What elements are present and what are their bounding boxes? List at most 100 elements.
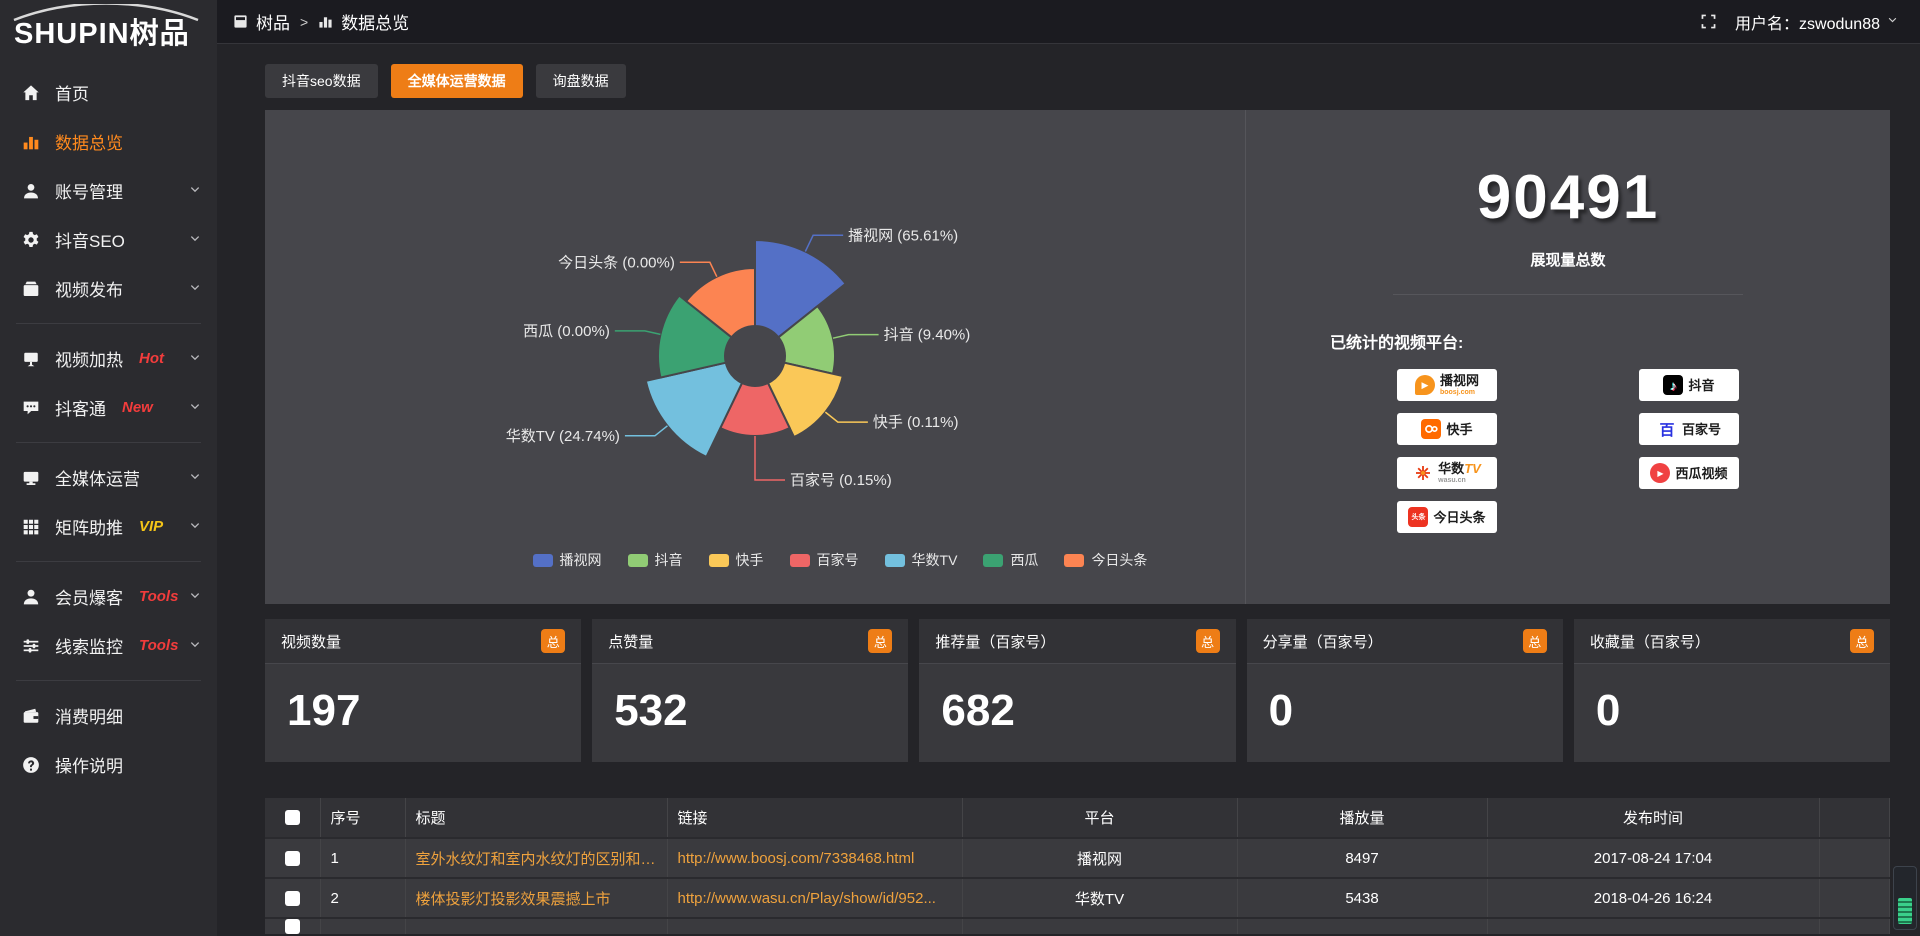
pie-chart-area: 播视网 (65.61%)抖音 (9.40%)快手 (0.11%)百家号 (0.1…	[265, 110, 1245, 604]
sidebar-item-账号管理[interactable]: 账号管理	[0, 166, 217, 215]
stat-card-推荐量（百家号）: 推荐量（百家号）总682	[919, 619, 1235, 762]
legend-label: 快手	[736, 550, 764, 570]
floating-widget[interactable]	[1893, 866, 1917, 930]
select-all-checkbox[interactable]	[285, 810, 300, 825]
legend-item-今日头条[interactable]: 今日头条	[1064, 550, 1147, 570]
impressions-total: 90491	[1246, 162, 1890, 233]
sidebar-badge: New	[122, 399, 153, 416]
gear-icon	[22, 231, 40, 249]
cell-platform: 华数TV	[962, 878, 1237, 918]
cell-time: 2017-08-24 17:04	[1487, 838, 1819, 878]
sidebar-item-label: 矩阵助推	[55, 514, 123, 539]
home-icon	[22, 84, 40, 102]
sidebar-item-操作说明[interactable]: 操作说明	[0, 740, 217, 789]
legend-item-百家号[interactable]: 百家号	[790, 550, 859, 570]
tab-询盘数据[interactable]: 询盘数据	[536, 64, 626, 98]
legend-label: 播视网	[560, 550, 602, 570]
legend-label: 今日头条	[1091, 550, 1147, 570]
pie-label-line	[825, 412, 868, 422]
widget-stripes-icon	[1898, 898, 1912, 924]
stat-card-header: 分享量（百家号）总	[1247, 619, 1563, 664]
cell-extra	[1819, 838, 1890, 878]
pie-label-播视网: 播视网 (65.61%)	[848, 227, 958, 244]
user-menu[interactable]: 用户名：zswodun88	[1735, 10, 1898, 34]
sidebar-item-label: 抖客通	[55, 395, 106, 420]
platform-name: 抖音	[1688, 379, 1714, 392]
legend-item-西瓜[interactable]: 西瓜	[983, 550, 1038, 570]
sidebar-menu: 首页数据总览账号管理抖音SEO视频发布视频加热Hot抖客通New全媒体运营矩阵助…	[0, 56, 217, 789]
sidebar-item-矩阵助推[interactable]: 矩阵助推VIP	[0, 502, 217, 551]
app-root: SHUPIN树品 首页数据总览账号管理抖音SEO视频发布视频加热Hot抖客通Ne…	[0, 0, 1920, 936]
sidebar-item-线索监控[interactable]: 线索监控Tools	[0, 621, 217, 670]
legend-swatch	[709, 554, 729, 567]
cell-link[interactable]: http://www.wasu.cn/Play/show/id/952...	[667, 878, 962, 918]
toutiao-logo-icon: 头条	[1408, 507, 1428, 527]
sidebar-item-抖音SEO[interactable]: 抖音SEO	[0, 215, 217, 264]
pie-label-百家号: 百家号 (0.15%)	[790, 472, 892, 489]
legend-item-华数TV[interactable]: 华数TV	[885, 550, 958, 570]
sidebar-item-首页[interactable]: 首页	[0, 68, 217, 117]
boosj-logo-icon: ▶	[1415, 375, 1435, 395]
impressions-caption: 展现量总数	[1246, 249, 1890, 270]
row-checkbox[interactable]	[285, 919, 300, 934]
cell-title[interactable]: 楼体投影灯投影效果震撼上市	[405, 878, 667, 918]
screen-heat-icon	[22, 350, 40, 368]
xigua-logo-icon: ▶	[1650, 463, 1670, 483]
sidebar-item-label: 首页	[55, 80, 89, 105]
bar-chart-icon	[318, 14, 333, 29]
wasu-logo-icon	[1413, 463, 1433, 483]
row-checkbox[interactable]	[285, 851, 300, 866]
summary-divider	[1393, 294, 1743, 295]
chevron-down-icon	[189, 349, 201, 369]
chevron-down-icon	[189, 517, 201, 537]
sidebar-item-视频加热[interactable]: 视频加热Hot	[0, 334, 217, 383]
stat-card-value: 0	[1247, 664, 1563, 762]
total-badge: 总	[541, 629, 565, 653]
table-row: 1室外水纹灯和室内水纹灯的区别和简介http://www.boosj.com/7…	[265, 838, 1890, 878]
chat-icon	[22, 399, 40, 417]
member-icon	[22, 588, 40, 606]
grid-icon	[22, 518, 40, 536]
stat-card-value: 532	[592, 664, 908, 762]
stat-card-收藏量（百家号）: 收藏量（百家号）总0	[1574, 619, 1890, 762]
legend-item-快手[interactable]: 快手	[709, 550, 764, 570]
chevron-down-icon	[189, 468, 201, 488]
sidebar: SHUPIN树品 首页数据总览账号管理抖音SEO视频发布视频加热Hot抖客通Ne…	[0, 0, 217, 936]
cell-platform: 播视网	[962, 838, 1237, 878]
sidebar-item-label: 消费明细	[55, 703, 123, 728]
stat-card-value: 682	[919, 664, 1235, 762]
menu-divider	[16, 680, 201, 681]
fullscreen-icon[interactable]	[1700, 13, 1717, 30]
sliders-icon	[22, 637, 40, 655]
tab-全媒体运营数据[interactable]: 全媒体运营数据	[391, 64, 523, 98]
breadcrumb-root[interactable]: 树品	[256, 9, 290, 34]
sidebar-item-数据总览[interactable]: 数据总览	[0, 117, 217, 166]
platform-sub: boosj.com	[1440, 389, 1475, 396]
tab-抖音seo数据[interactable]: 抖音seo数据	[265, 64, 378, 98]
sidebar-item-视频发布[interactable]: 视频发布	[0, 264, 217, 313]
column-header-播放量: 播放量	[1237, 798, 1487, 838]
user-icon	[22, 182, 40, 200]
sidebar-badge: Tools	[139, 588, 178, 605]
row-checkbox[interactable]	[285, 891, 300, 906]
sidebar-item-全媒体运营[interactable]: 全媒体运营	[0, 453, 217, 502]
stat-card-header: 视频数量总	[265, 619, 581, 664]
stat-cards: 视频数量总197点赞量总532推荐量（百家号）总682分享量（百家号）总0收藏量…	[265, 619, 1890, 762]
sidebar-item-抖客通[interactable]: 抖客通 New	[0, 383, 217, 432]
cell-link[interactable]: http://www.boosj.com/7338468.html	[667, 838, 962, 878]
sidebar-item-会员爆客[interactable]: 会员爆客Tools	[0, 572, 217, 621]
pie-label-line	[680, 262, 717, 276]
sidebar-item-消费明细[interactable]: 消费明细	[0, 691, 217, 740]
chart-legend: 播视网 抖音 快手 百家号 华数TV 西瓜 今日头条	[533, 550, 1148, 570]
breadcrumb-separator: >	[300, 14, 308, 30]
cell-title[interactable]: 室外水纹灯和室内水纹灯的区别和简介	[405, 838, 667, 878]
legend-item-抖音[interactable]: 抖音	[628, 550, 683, 570]
legend-label: 百家号	[817, 550, 859, 570]
baijiahao-logo-icon: 百	[1657, 419, 1677, 439]
douyin-logo-icon: ♪	[1663, 375, 1683, 395]
stat-card-title: 点赞量	[608, 631, 653, 652]
legend-swatch	[983, 554, 1003, 567]
pie-label-line	[625, 426, 668, 436]
legend-item-播视网[interactable]: 播视网	[533, 550, 602, 570]
column-header-checkbox	[265, 798, 320, 838]
